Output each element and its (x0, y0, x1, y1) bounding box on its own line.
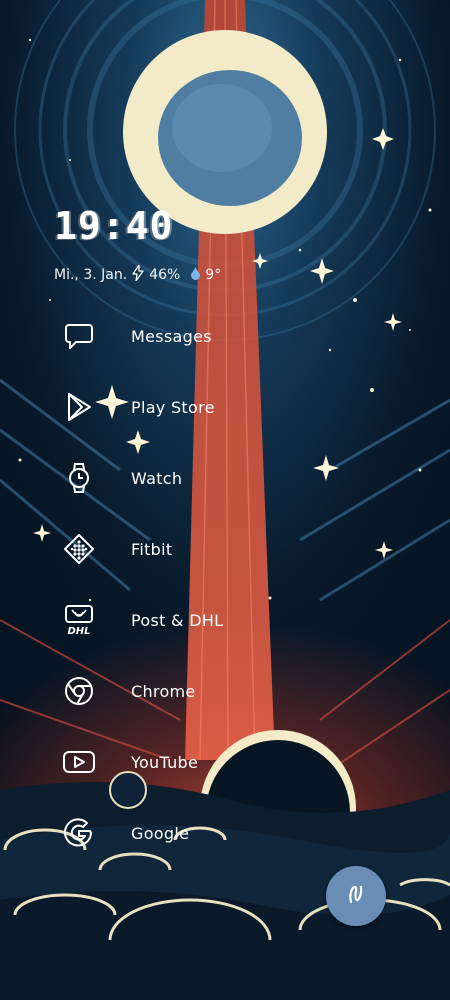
svg-text:DHL: DHL (67, 626, 90, 637)
temperature-text[interactable]: 9° (205, 267, 221, 283)
messages-icon (60, 317, 98, 355)
app-label: Google (131, 823, 190, 843)
post-dhl-icon: DHL (60, 601, 98, 639)
google-icon (60, 814, 98, 852)
weather-drop-icon (191, 267, 201, 283)
app-watch[interactable]: Watch (60, 454, 320, 502)
charging-bolt-icon (132, 264, 144, 285)
app-label: Chrome (131, 681, 196, 701)
status-line: Mi., 3. Jan. 46% 9° (54, 264, 221, 285)
launcher-logo-icon (343, 881, 369, 911)
app-post-dhl[interactable]: DHL Post & DHL (60, 596, 320, 644)
app-label: Fitbit (131, 539, 173, 559)
watch-icon (60, 459, 98, 497)
app-play-store[interactable]: Play Store (60, 383, 320, 431)
app-messages[interactable]: Messages (60, 312, 320, 360)
clock-time[interactable]: 19:40 (54, 204, 173, 248)
app-youtube[interactable]: YouTube (60, 738, 320, 786)
battery-percent: 46% (149, 267, 181, 283)
chrome-icon (60, 672, 98, 710)
date-text[interactable]: Mi., 3. Jan. (54, 267, 127, 283)
app-label: Post & DHL (131, 610, 224, 630)
app-label: Messages (131, 326, 212, 346)
app-label: YouTube (131, 752, 199, 772)
app-label: Play Store (131, 397, 215, 417)
app-chrome[interactable]: Chrome (60, 667, 320, 715)
app-label: Watch (131, 468, 183, 488)
app-fitbit[interactable]: Fitbit (60, 525, 320, 573)
youtube-icon (60, 743, 98, 781)
fitbit-icon (60, 530, 98, 568)
play-store-icon (60, 388, 98, 426)
launcher-button[interactable] (326, 866, 386, 926)
app-google[interactable]: Google (60, 809, 320, 857)
